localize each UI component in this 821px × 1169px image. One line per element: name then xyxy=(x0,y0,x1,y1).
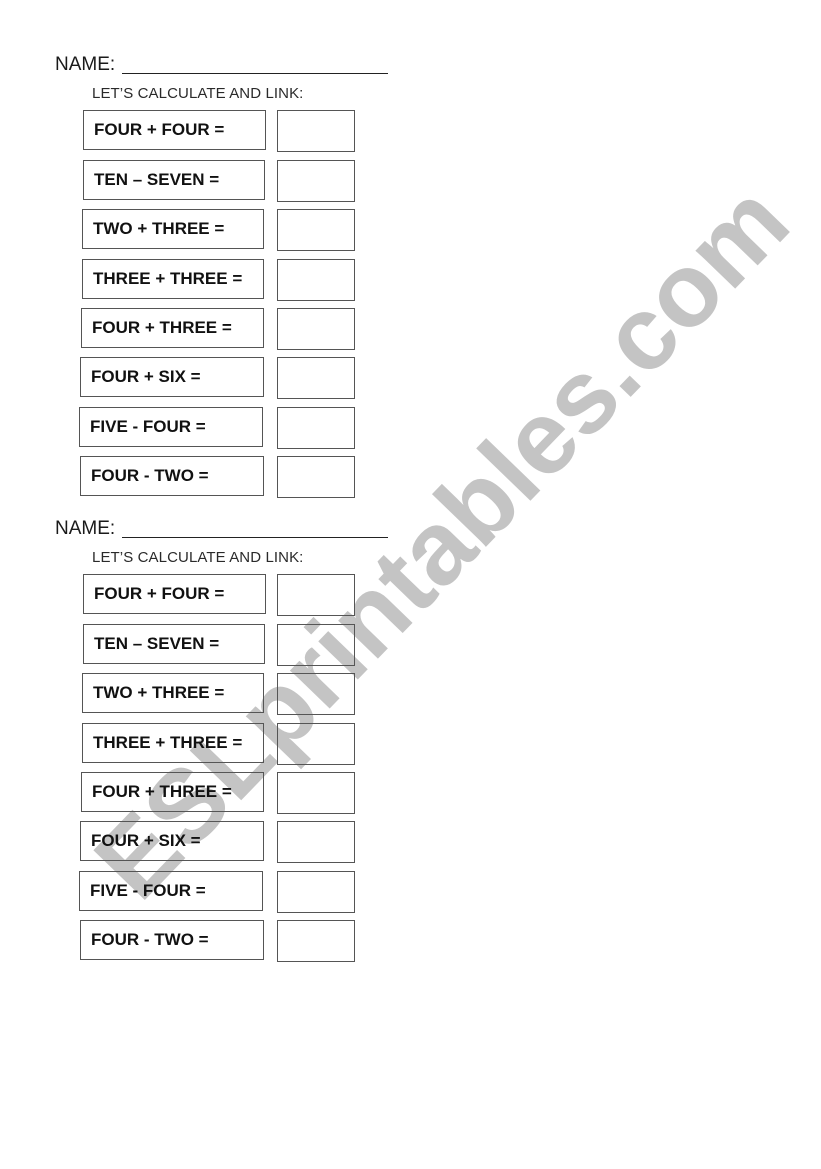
expression-box: TWO + THREE = xyxy=(82,209,264,249)
expression-text: FOUR + SIX = xyxy=(91,367,201,386)
expression-text: THREE + THREE = xyxy=(93,733,243,752)
expression-box: FOUR - TWO = xyxy=(80,456,264,496)
expression-text: FIVE - FOUR = xyxy=(90,417,206,436)
answer-box[interactable] xyxy=(277,673,355,715)
expression-box: FOUR + FOUR = xyxy=(83,110,266,150)
answer-box[interactable] xyxy=(277,821,355,863)
name-label: NAME: xyxy=(55,518,116,539)
expression-box: THREE + THREE = xyxy=(82,723,264,763)
answer-box[interactable] xyxy=(277,574,355,616)
answer-box[interactable] xyxy=(277,407,355,449)
expression-text: TWO + THREE = xyxy=(93,683,225,702)
expression-text: FOUR + SIX = xyxy=(91,831,201,850)
answer-box[interactable] xyxy=(277,772,355,814)
answer-box[interactable] xyxy=(277,357,355,399)
expression-text: FOUR - TWO = xyxy=(91,466,209,485)
expression-box: FOUR + SIX = xyxy=(80,357,264,397)
expression-text: FOUR + FOUR = xyxy=(94,584,225,603)
expression-box: FOUR - TWO = xyxy=(80,920,264,960)
expression-box: THREE + THREE = xyxy=(82,259,264,299)
name-field[interactable] xyxy=(122,537,388,538)
expression-box: FOUR + THREE = xyxy=(81,772,264,812)
answer-box[interactable] xyxy=(277,259,355,301)
name-label: NAME: xyxy=(55,54,116,75)
worksheet-2: NAME: LET’S CALCULATE AND LINK: FOUR + F… xyxy=(0,518,821,982)
expression-box: FIVE - FOUR = xyxy=(79,871,263,911)
expression-text: FOUR + THREE = xyxy=(92,782,232,801)
expression-text: FOUR - TWO = xyxy=(91,930,209,949)
answer-box[interactable] xyxy=(277,308,355,350)
name-field[interactable] xyxy=(122,73,388,74)
expression-text: THREE + THREE = xyxy=(93,269,243,288)
answer-box[interactable] xyxy=(277,624,355,666)
expression-text: FIVE - FOUR = xyxy=(90,881,206,900)
expression-box: FIVE - FOUR = xyxy=(79,407,263,447)
expression-box: TEN – SEVEN = xyxy=(83,160,265,200)
instructions: LET’S CALCULATE AND LINK: xyxy=(92,549,304,566)
instructions: LET’S CALCULATE AND LINK: xyxy=(92,85,304,102)
answer-box[interactable] xyxy=(277,110,355,152)
expression-box: FOUR + SIX = xyxy=(80,821,264,861)
worksheet-1: NAME: LET’S CALCULATE AND LINK: FOUR + F… xyxy=(0,54,821,518)
answer-box[interactable] xyxy=(277,723,355,765)
expression-text: TWO + THREE = xyxy=(93,219,225,238)
expression-box: FOUR + THREE = xyxy=(81,308,264,348)
answer-box[interactable] xyxy=(277,920,355,962)
answer-box[interactable] xyxy=(277,871,355,913)
expression-text: FOUR + FOUR = xyxy=(94,120,225,139)
expression-text: FOUR + THREE = xyxy=(92,318,232,337)
expression-text: TEN – SEVEN = xyxy=(94,170,220,189)
expression-box: TEN – SEVEN = xyxy=(83,624,265,664)
answer-box[interactable] xyxy=(277,160,355,202)
expression-box: TWO + THREE = xyxy=(82,673,264,713)
answer-box[interactable] xyxy=(277,456,355,498)
answer-box[interactable] xyxy=(277,209,355,251)
expression-box: FOUR + FOUR = xyxy=(83,574,266,614)
expression-text: TEN – SEVEN = xyxy=(94,634,220,653)
